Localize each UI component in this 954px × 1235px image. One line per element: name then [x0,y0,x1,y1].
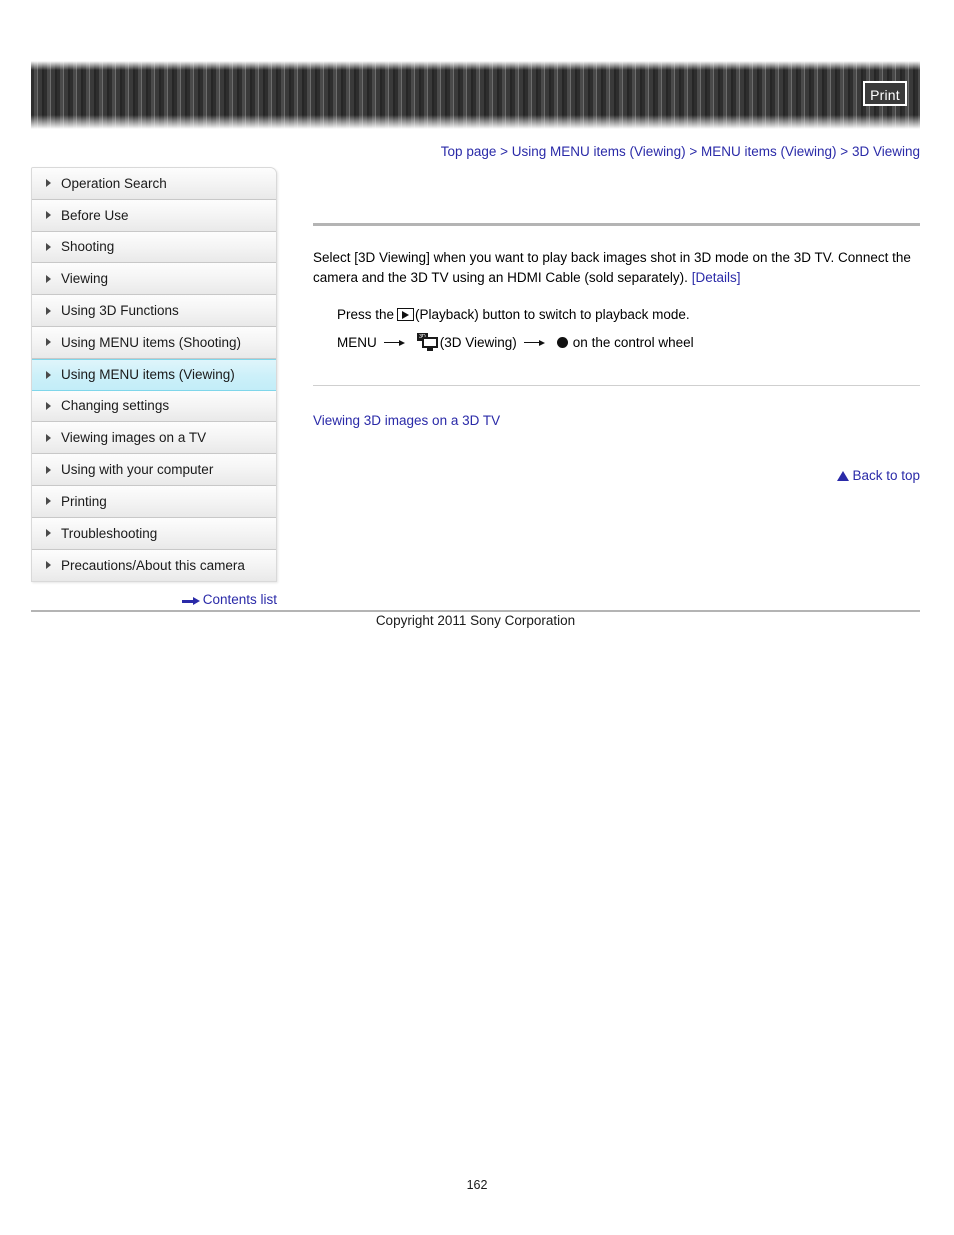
tv-stand-shape [426,348,433,351]
3d-viewing-icon: 3D [416,333,438,352]
breadcrumb-separator: > [840,144,849,159]
sidebar-item-changing-settings[interactable]: Changing settings [32,390,276,423]
sidebar-item-label: Using MENU items (Shooting) [61,334,242,350]
triangle-right-icon [46,306,51,315]
step1-suffix-text: (Playback) button to switch to playback … [415,306,690,322]
content-divider-rule [313,384,920,386]
content-top-rule [313,223,920,226]
arrow-right-glyph-icon [523,339,545,346]
header-banner: Print [31,61,920,129]
details-link[interactable]: [Details] [692,270,741,285]
breadcrumb-separator: > [500,144,509,159]
sidebar-item-label: Using MENU items (Viewing) [61,367,235,383]
sidebar-item-using-menu-items-shooting[interactable]: Using MENU items (Shooting) [32,326,276,359]
print-button[interactable]: Print [863,81,907,106]
sidebar-item-troubleshooting[interactable]: Troubleshooting [32,517,276,550]
sidebar-item-operation-search[interactable]: Operation Search [32,168,276,200]
triangle-right-icon [46,561,51,570]
triangle-right-icon [46,338,51,347]
control-wheel-label: on the control wheel [572,334,694,350]
arrow-right-icon [181,597,200,605]
steps-list: Press the (Playback) button to switch to… [313,301,920,357]
arrow-right-glyph-icon [383,339,405,346]
breadcrumb-item-top-page[interactable]: Top page [441,144,497,159]
sidebar-item-precautionsabout-this-camera[interactable]: Precautions/About this camera [32,549,276,582]
sidebar-item-printing[interactable]: Printing [32,485,276,518]
sidebar-item-viewing-images-on-a-tv[interactable]: Viewing images on a TV [32,422,276,455]
sidebar-item-label: Using 3D Functions [61,303,179,319]
center-button-dot-icon [556,337,568,348]
main-content: Select [3D Viewing] when you want to pla… [313,167,920,483]
sidebar-item-label: Changing settings [61,398,170,414]
breadcrumb-item-menu-items-viewing[interactable]: MENU items (Viewing) [701,144,837,159]
triangle-right-icon [46,211,51,220]
sidebar-item-before-use[interactable]: Before Use [32,199,276,232]
triangle-right-icon [46,370,51,379]
breadcrumb: Top page > Using MENU items (Viewing) > … [0,144,920,159]
triangle-right-icon [46,497,51,506]
back-to-top-label: Back to top [852,467,920,483]
triangle-right-icon [46,465,51,474]
description-paragraph: Select [3D Viewing] when you want to pla… [313,248,920,287]
sidebar-item-label: Viewing [61,271,109,287]
step-menu-3d-viewing: MENU 3D (3D Viewing) on the control whee… [337,329,920,357]
contents-list-label: Contents list [202,592,277,607]
sidebar-navigation: Operation Search Before Use Shooting Viewin… [31,167,277,583]
sidebar-item-viewing[interactable]: Viewing [32,263,276,296]
triangle-right-icon [46,433,51,442]
step-press-playback: Press the (Playback) button to switch to… [337,301,920,329]
sidebar-item-using-3d-functions[interactable]: Using 3D Functions [32,295,276,327]
sidebar-item-label: Using with your computer [61,462,214,478]
back-to-top-link[interactable]: Back to top [313,468,920,483]
triangle-right-icon [46,401,51,410]
triangle-right-icon [46,274,51,283]
sidebar-item-using-menu-items-viewing[interactable]: Using MENU items (Viewing) [32,358,276,391]
triangle-right-icon [46,179,51,188]
playback-icon [397,308,415,321]
page-number: 162 [466,1178,488,1192]
3d-viewing-label: (3D Viewing) [439,334,517,350]
triangle-right-icon [46,529,51,538]
sidebar-item-label: Shooting [61,239,115,255]
sidebar-item-label: Viewing images on a TV [61,430,207,446]
menu-label: MENU [337,334,377,350]
sidebar-item-label: Printing [61,493,107,509]
header-stripe-pattern [31,61,920,129]
triangle-up-icon [837,470,850,481]
footer-rule [31,610,920,612]
related-section-link[interactable]: Viewing 3D images on a 3D TV [313,413,920,428]
sidebar-item-label: Troubleshooting [61,525,158,541]
contents-list-link[interactable]: Contents list [31,592,277,607]
sidebar-item-label: Before Use [61,207,129,223]
breadcrumb-separator: > [689,144,698,159]
copyright-text: Copyright 2011 Sony Corporation [375,613,576,628]
sidebar-item-using-with-your-computer[interactable]: Using with your computer [32,454,276,486]
description-text: Select [3D Viewing] when you want to pla… [313,250,911,285]
tv-screen-shape [421,337,438,348]
sidebar-item-shooting[interactable]: Shooting [32,231,276,264]
breadcrumb-item-using-menu-items-viewing[interactable]: Using MENU items (Viewing) [512,144,686,159]
triangle-right-icon [46,242,51,251]
breadcrumb-item-3d-viewing[interactable]: 3D Viewing [852,144,920,159]
sidebar-item-label: Precautions/About this camera [61,557,245,573]
sidebar-item-label: Operation Search [61,175,167,191]
step1-prefix-text: Press the [337,306,395,322]
